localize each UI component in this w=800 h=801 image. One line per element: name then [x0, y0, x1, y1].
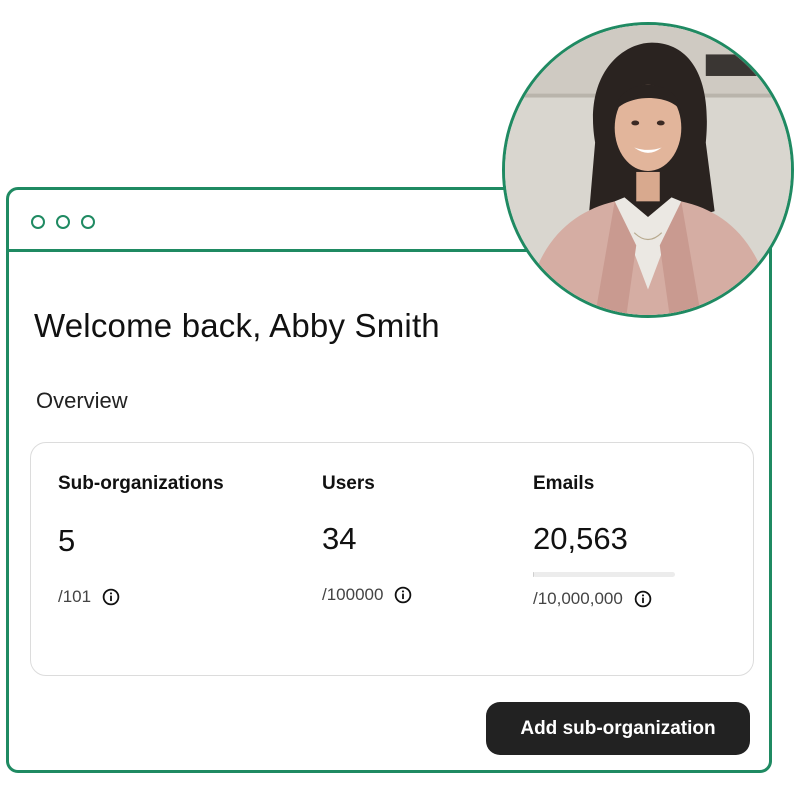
add-sub-organization-button[interactable]: Add sub-organization	[486, 702, 750, 755]
stat-limit: /100000	[322, 585, 384, 604]
window-dot-icon[interactable]	[81, 215, 95, 229]
stat-label: Users	[322, 473, 375, 494]
welcome-heading: Welcome back, Abby Smith	[34, 307, 440, 344]
info-circle-icon[interactable]	[102, 588, 120, 606]
stat-limit: /10,000,000	[533, 589, 623, 608]
stat-limit: /101	[58, 587, 92, 606]
stat-limit-row: /101	[58, 587, 120, 607]
stat-value: 5	[58, 523, 76, 558]
overview-title: Overview	[36, 388, 128, 413]
stat-label: Emails	[533, 473, 595, 494]
stat-value: 20,563	[533, 521, 628, 556]
avatar	[502, 22, 794, 318]
window-dot-icon[interactable]	[56, 215, 70, 229]
profile-photo	[505, 25, 791, 315]
stat-limit-row: /10,000,000	[533, 589, 652, 609]
stat-value: 34	[322, 521, 357, 556]
info-circle-icon[interactable]	[634, 590, 652, 608]
stat-label: Sub-organizations	[58, 473, 224, 494]
stat-limit-row: /100000	[322, 585, 412, 605]
window-dot-icon[interactable]	[31, 215, 45, 229]
emails-progress-bar	[533, 572, 675, 577]
info-circle-icon[interactable]	[394, 586, 412, 604]
overview-card: Sub-organizations 5 /101 Users 34 /10000…	[30, 442, 754, 676]
